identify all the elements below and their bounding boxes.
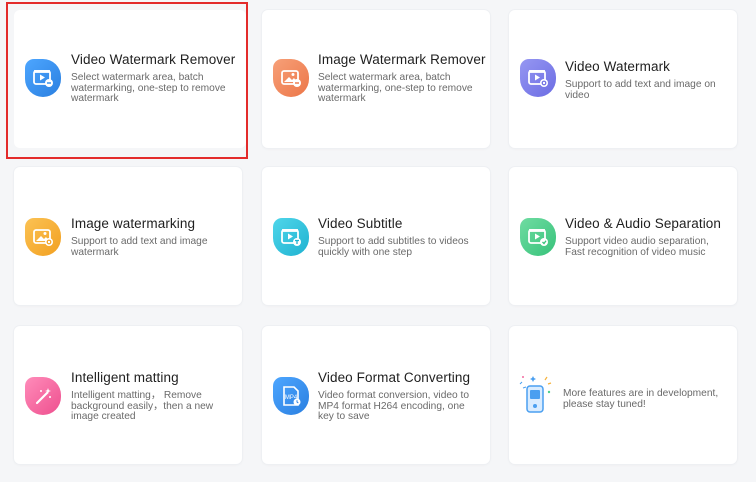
card-intelligent-matting[interactable]: Intelligent matting Intelligent matting，… <box>14 326 242 464</box>
development-notice: More features are in development, please… <box>563 388 719 410</box>
video-audio-separation-icon <box>520 218 556 256</box>
card-title: Video Watermark Remover <box>71 52 236 67</box>
card-video-audio-separation[interactable]: Video & Audio Separation Support video a… <box>509 167 737 305</box>
mp4-file-icon: MP4 <box>273 377 309 415</box>
image-watermark-remover-icon <box>273 59 309 97</box>
card-video-subtitle[interactable]: Video Subtitle Support to add subtitles … <box>262 167 490 305</box>
card-video-format-converting[interactable]: MP4 Video Format Converting Video format… <box>262 326 490 464</box>
card-description: Support to add text and image on video <box>565 79 716 101</box>
card-description: Support to add text and image watermark <box>71 236 208 258</box>
card-title: Intelligent matting <box>71 370 179 385</box>
in-development-illustration <box>518 374 554 416</box>
card-title: Image Watermark Remover <box>318 52 486 67</box>
card-description: Support to add subtitles to videos quick… <box>318 236 469 258</box>
card-image-watermarking[interactable]: Image watermarking Support to add text a… <box>14 167 242 305</box>
card-more-features: More features are in development, please… <box>509 326 737 464</box>
card-description: Select watermark area, batch watermarkin… <box>318 72 473 104</box>
card-title: Video Watermark <box>565 59 671 74</box>
card-title: Image watermarking <box>71 216 196 231</box>
card-title: Video & Audio Separation <box>565 216 722 231</box>
card-description: Select watermark area, batch watermarkin… <box>71 72 226 104</box>
card-title: Video Subtitle <box>318 216 403 231</box>
card-video-watermark-remover[interactable]: Video Watermark Remover Select watermark… <box>14 10 246 148</box>
card-description: Intelligent matting， Remove background e… <box>71 390 214 422</box>
card-description: Video format conversion, video to MP4 fo… <box>318 390 470 422</box>
card-image-watermark-remover[interactable]: Image Watermark Remover Select watermark… <box>262 10 490 148</box>
image-watermarking-icon <box>25 218 61 256</box>
card-video-watermark[interactable]: Video Watermark Support to add text and … <box>509 10 737 148</box>
video-subtitle-icon <box>273 218 309 256</box>
card-description: Support video audio separation, Fast rec… <box>565 236 709 258</box>
magic-wand-icon <box>25 377 61 415</box>
video-watermark-remover-icon <box>25 59 61 97</box>
card-title: Video Format Converting <box>318 370 471 385</box>
video-watermark-icon <box>520 59 556 97</box>
